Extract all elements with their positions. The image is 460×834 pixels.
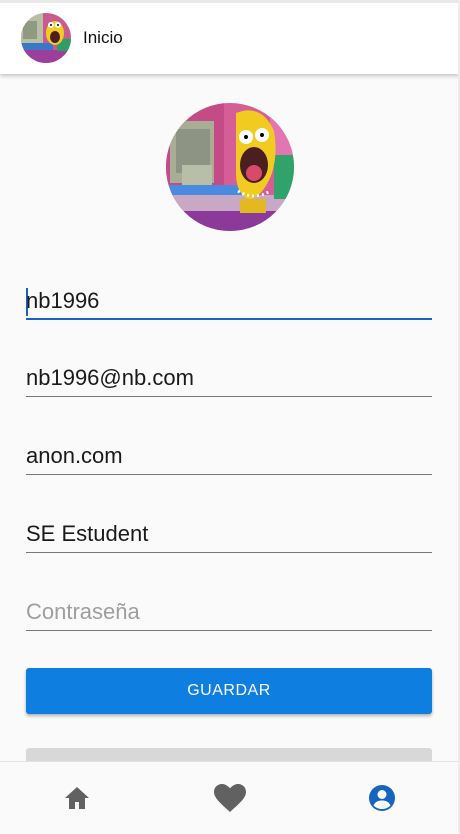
password-placeholder: Contraseña <box>26 599 140 624</box>
profile-avatar[interactable] <box>166 103 294 231</box>
nav-profile[interactable] <box>362 780 402 816</box>
username-field[interactable]: nb1996 <box>26 280 432 320</box>
website-field[interactable]: anon.com <box>26 435 432 475</box>
website-underline <box>26 474 432 475</box>
role-field[interactable]: SE Estudent <box>26 513 432 553</box>
username-underline <box>26 318 432 320</box>
top-app-bar: Inicio <box>0 0 460 74</box>
account-circle-icon <box>369 785 395 811</box>
page-title: Inicio <box>83 28 123 47</box>
role-underline <box>26 552 432 553</box>
role-value: SE Estudent <box>26 521 149 546</box>
heart-icon <box>214 783 246 812</box>
email-field[interactable]: nb1996@nb.com <box>26 357 432 397</box>
user-avatar[interactable] <box>21 13 71 63</box>
home-icon <box>65 787 89 809</box>
username-value: nb1996 <box>26 288 100 313</box>
email-value: nb1996@nb.com <box>26 365 194 390</box>
email-underline <box>26 396 432 397</box>
password-underline <box>26 630 432 631</box>
website-value: anon.com <box>26 443 123 468</box>
save-button[interactable]: GUARDAR <box>26 668 432 714</box>
nav-favorites[interactable] <box>210 780 250 816</box>
password-field[interactable]: Contraseña <box>26 591 432 631</box>
bottom-navigation <box>0 761 460 834</box>
nav-home[interactable] <box>57 780 97 816</box>
